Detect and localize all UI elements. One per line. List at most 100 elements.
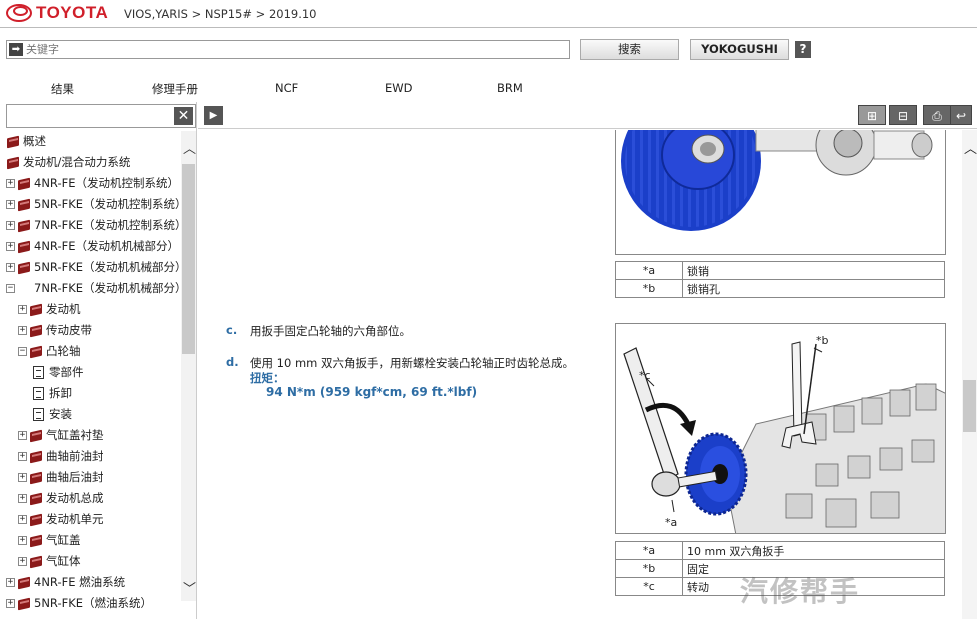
book-icon bbox=[29, 534, 43, 547]
tree-item[interactable]: 概述 bbox=[6, 131, 46, 152]
tab-results[interactable]: 结果 bbox=[51, 81, 74, 97]
tree-filter-input[interactable]: ✕ bbox=[6, 104, 196, 128]
tree-item[interactable]: + 发动机总成 bbox=[18, 488, 104, 509]
step-letter: c. bbox=[226, 323, 238, 337]
expand-icon[interactable]: + bbox=[18, 473, 27, 482]
tree-scroll-thumb[interactable] bbox=[182, 164, 195, 354]
tree-item[interactable]: +4NR-FE 燃油系统 bbox=[6, 572, 125, 593]
expand-icon[interactable]: + bbox=[18, 536, 27, 545]
book-icon bbox=[29, 429, 43, 442]
tree-item[interactable]: +4NR-FE（发动机控制系统） bbox=[6, 173, 179, 194]
step-text: 使用 10 mm 双六角扳手，用新螺栓安装凸轮轴正时齿轮总成。 bbox=[250, 356, 575, 370]
tree-item-label: 7NR-FKE（发动机机械部分） bbox=[34, 281, 182, 295]
tree-item[interactable]: + 气缸体 bbox=[18, 551, 81, 572]
yokogushi-button[interactable]: YOKOGUSHI bbox=[690, 39, 789, 60]
tree-item[interactable]: + 曲轴前油封 bbox=[18, 446, 104, 467]
expand-icon[interactable]: + bbox=[18, 305, 27, 314]
callout-c: *c bbox=[639, 369, 651, 382]
tree-item[interactable]: +4NR-FE（发动机机械部分） bbox=[6, 236, 179, 257]
expand-icon[interactable]: + bbox=[6, 599, 15, 608]
search-button[interactable]: 搜索 bbox=[580, 39, 679, 60]
tree-item-label: 凸轮轴 bbox=[46, 344, 81, 358]
callout-b: *b bbox=[816, 334, 829, 347]
tree-item-label: 气缸盖衬垫 bbox=[46, 428, 104, 442]
tree-item[interactable]: + 气缸盖 bbox=[18, 530, 81, 551]
tree-item[interactable]: 发动机/混合动力系统 bbox=[6, 152, 130, 173]
tree-item[interactable]: +5NR-FKE（发动机机械部分） bbox=[6, 257, 182, 278]
expand-icon[interactable]: + bbox=[6, 221, 15, 230]
tree-item-label: 5NR-FKE（发动机机械部分） bbox=[34, 260, 182, 274]
tree-item-label: 曲轴前油封 bbox=[46, 449, 104, 463]
content-panel: ▶ ⊞ ⊟ ⎙ ↩ *a 锁销 *b 锁销孔 c. 用扳手固定凸轮轴的六角部位。… bbox=[198, 102, 977, 619]
play-icon[interactable]: ▶ bbox=[204, 106, 223, 125]
expand-icon[interactable]: ⊞ bbox=[858, 105, 886, 125]
tree-item-label: 5NR-FKE（燃油系统） bbox=[34, 596, 153, 610]
legend-key: *b bbox=[615, 559, 683, 578]
expand-icon[interactable]: + bbox=[6, 200, 15, 209]
tree-item[interactable]: 零部件 bbox=[31, 362, 84, 383]
tree-item-label: 7NR-FKE（发动机控制系统） bbox=[34, 218, 182, 232]
tree-item[interactable]: + 气缸盖衬垫 bbox=[18, 425, 104, 446]
book-icon bbox=[17, 261, 31, 274]
wrench-install-illustration bbox=[623, 341, 945, 533]
chevron-down-icon[interactable]: ﹀ bbox=[183, 583, 196, 596]
tree-item-label: 零部件 bbox=[49, 365, 84, 379]
book-icon bbox=[17, 240, 31, 253]
expand-icon[interactable]: + bbox=[6, 263, 15, 272]
search-input[interactable] bbox=[26, 43, 546, 56]
book-icon bbox=[29, 555, 43, 568]
print-icon[interactable]: ⎙ bbox=[923, 105, 951, 125]
expand-icon[interactable]: + bbox=[6, 242, 15, 251]
watermark: 汽修帮手 bbox=[740, 575, 861, 608]
expand-icon[interactable]: + bbox=[18, 431, 27, 440]
collapse-icon[interactable]: − bbox=[18, 347, 27, 356]
expand-icon[interactable]: + bbox=[18, 494, 27, 503]
tree-item[interactable]: 安装 bbox=[31, 404, 72, 425]
tab-ewd[interactable]: EWD bbox=[385, 81, 413, 95]
tree-item-label: 拆卸 bbox=[49, 386, 72, 400]
tab-repair-manual[interactable]: 修理手册 bbox=[152, 81, 198, 97]
tree-item[interactable]: + 发动机单元 bbox=[18, 509, 104, 530]
content-toolbar: ▶ ⊞ ⊟ ⎙ ↩ bbox=[198, 102, 977, 129]
expand-icon[interactable]: + bbox=[18, 515, 27, 524]
tree-item[interactable]: − 凸轮轴 bbox=[18, 341, 81, 362]
tree-item[interactable]: − 7NR-FKE（发动机机械部分） bbox=[6, 278, 182, 299]
torque-label: 扭矩： bbox=[250, 371, 285, 385]
close-icon[interactable]: ✕ bbox=[174, 107, 193, 125]
content-scroll-thumb[interactable] bbox=[963, 380, 976, 432]
content-scrollbar[interactable]: ︿ bbox=[962, 130, 977, 619]
tree-item[interactable]: + 发动机 bbox=[18, 299, 81, 320]
chevron-up-icon[interactable]: ︿ bbox=[964, 143, 977, 156]
tree-item[interactable]: +7NR-FKE（发动机控制系统） bbox=[6, 215, 182, 236]
top-bar: TOYOTA VIOS,YARIS > NSP15# > 2019.10 bbox=[0, 0, 977, 28]
tree-scrollbar[interactable]: ︿ ﹀ bbox=[181, 131, 196, 601]
expand-icon[interactable]: + bbox=[6, 179, 15, 188]
tab-brm[interactable]: BRM bbox=[497, 81, 523, 95]
table-row: *b 锁销孔 bbox=[615, 279, 945, 298]
tree-item[interactable]: +5NR-FKE（燃油系统） bbox=[6, 593, 152, 614]
callout-a: *a bbox=[665, 516, 678, 529]
legend-value: 10 mm 双六角扳手 bbox=[682, 541, 945, 560]
return-icon[interactable]: ↩ bbox=[950, 105, 972, 125]
tree-item-label: 发动机/混合动力系统 bbox=[23, 155, 131, 169]
collapse-icon[interactable]: − bbox=[6, 284, 15, 293]
help-icon[interactable]: ? bbox=[795, 41, 811, 58]
expand-icon[interactable]: + bbox=[18, 557, 27, 566]
tree-item-label: 安装 bbox=[49, 407, 72, 421]
tree-item-label: 传动皮带 bbox=[46, 323, 92, 337]
expand-icon[interactable]: + bbox=[18, 326, 27, 335]
expand-icon[interactable]: + bbox=[18, 452, 27, 461]
expand-icon[interactable]: + bbox=[6, 578, 15, 587]
tree-item[interactable]: + 曲轴后油封 bbox=[18, 467, 104, 488]
navigation-tree: 概述 发动机/混合动力系统 +4NR-FE（发动机控制系统） +5NR-FKE（发动机… bbox=[0, 131, 182, 617]
chevron-up-icon[interactable]: ︿ bbox=[183, 143, 196, 156]
legend-value: 锁销 bbox=[682, 261, 945, 280]
tree-item[interactable]: 拆卸 bbox=[31, 383, 72, 404]
book-icon bbox=[29, 492, 43, 505]
search-box[interactable]: ➡ bbox=[6, 40, 570, 59]
tree-item-label: 发动机 bbox=[46, 302, 81, 316]
collapse-icon[interactable]: ⊟ bbox=[889, 105, 917, 125]
tab-ncf[interactable]: NCF bbox=[275, 81, 298, 95]
tree-item[interactable]: + 传动皮带 bbox=[18, 320, 92, 341]
tree-item[interactable]: +5NR-FKE（发动机控制系统） bbox=[6, 194, 182, 215]
